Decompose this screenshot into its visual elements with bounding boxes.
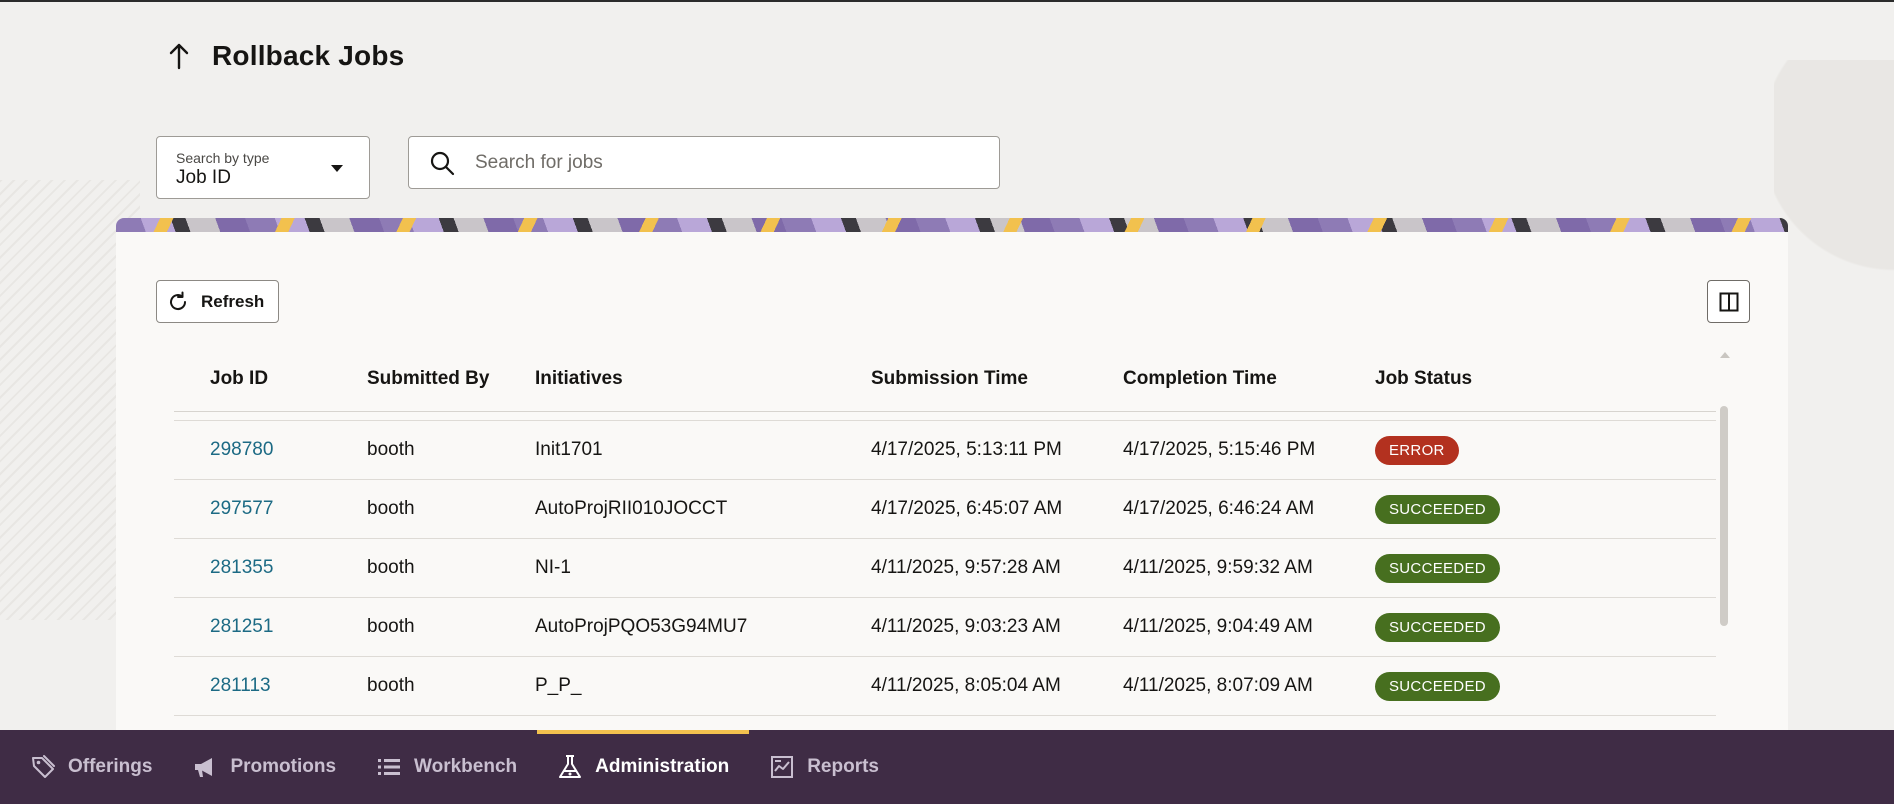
- submission-time-cell: 4/17/2025, 6:45:07 AM: [871, 498, 1063, 519]
- status-badge: ERROR: [1375, 436, 1459, 465]
- column-header-completion-time[interactable]: Completion Time: [1123, 368, 1277, 390]
- status-badge: SUCCEEDED: [1375, 495, 1500, 524]
- submission-time-cell: 4/17/2025, 5:13:11 PM: [871, 439, 1062, 460]
- search-icon: [430, 151, 455, 175]
- job-id-link[interactable]: 281113: [210, 675, 271, 697]
- search-type-label: Search by type: [176, 150, 270, 166]
- table-row[interactable]: 281355 booth NI-1 4/11/2025, 9:57:28 AM …: [174, 538, 1716, 597]
- nav-item-offerings[interactable]: Offerings: [10, 730, 172, 804]
- scroll-up-icon[interactable]: [1720, 352, 1730, 358]
- status-badge: SUCCEEDED: [1375, 554, 1500, 583]
- initiatives-cell: AutoProjPQO53G94MU7: [535, 616, 748, 637]
- list-icon: [378, 759, 401, 775]
- search-type-value: Job ID: [176, 167, 231, 188]
- search-type-select[interactable]: Search by type Job ID: [156, 136, 370, 199]
- initiatives-cell: Init1701: [535, 439, 603, 460]
- column-header-initiatives[interactable]: Initiatives: [535, 368, 623, 390]
- refresh-button-label: Refresh: [201, 291, 265, 311]
- initiatives-cell: NI-1: [535, 557, 571, 578]
- nav-item-label: Workbench: [414, 756, 518, 777]
- job-id-link[interactable]: 281355: [210, 557, 273, 579]
- megaphone-icon: [195, 758, 213, 777]
- table-row[interactable]: 297577 booth AutoProjRII010JOCCT 4/17/20…: [174, 479, 1716, 538]
- column-header-job-id[interactable]: Job ID: [210, 368, 268, 390]
- submitted-by-cell: booth: [367, 675, 415, 696]
- table-header: Job ID Submitted By Initiatives Submissi…: [174, 346, 1716, 412]
- scrollbar-thumb[interactable]: [1720, 406, 1728, 626]
- arrow-up-icon[interactable]: [166, 40, 192, 72]
- nav-item-label: Promotions: [230, 756, 337, 777]
- status-badge: SUCCEEDED: [1375, 613, 1500, 642]
- column-header-submission-time[interactable]: Submission Time: [871, 368, 1028, 390]
- table-row[interactable]: 281251 booth AutoProjPQO53G94MU7 4/11/20…: [174, 597, 1716, 656]
- nav-item-reports[interactable]: Reports: [749, 730, 899, 804]
- jobs-panel: Refresh Job ID Submitted By Initiatives …: [116, 232, 1788, 804]
- table-row[interactable]: 281113 booth P_P_ 4/11/2025, 8:05:04 AM …: [174, 656, 1716, 715]
- submission-time-cell: 4/11/2025, 9:57:28 AM: [871, 557, 1061, 578]
- column-header-submitted-by[interactable]: Submitted By: [367, 368, 489, 390]
- caret-down-icon: [331, 165, 343, 172]
- nav-item-administration[interactable]: Administration: [537, 730, 750, 804]
- nav-item-label: Administration: [595, 756, 730, 777]
- initiatives-cell: P_P_: [535, 675, 582, 696]
- completion-time-cell: 4/11/2025, 9:04:49 AM: [1123, 616, 1313, 637]
- submitted-by-cell: booth: [367, 498, 415, 519]
- job-id-link[interactable]: 297577: [210, 498, 273, 520]
- job-id-link[interactable]: 281251: [210, 616, 273, 638]
- submission-time-cell: 4/11/2025, 8:05:04 AM: [871, 675, 1061, 696]
- completion-time-cell: 4/11/2025, 8:07:09 AM: [1123, 675, 1313, 696]
- page-title: Rollback Jobs: [212, 40, 405, 71]
- decorative-banner: [116, 218, 1788, 232]
- table-row[interactable]: 298780 booth Init1701 4/17/2025, 5:13:11…: [174, 420, 1716, 479]
- search-input[interactable]: [475, 151, 975, 174]
- initiatives-cell: AutoProjRII010JOCCT: [535, 498, 728, 519]
- submitted-by-cell: booth: [367, 439, 415, 460]
- nav-item-label: Offerings: [68, 756, 153, 777]
- column-header-job-status[interactable]: Job Status: [1375, 368, 1472, 390]
- nav-item-workbench[interactable]: Workbench: [356, 730, 537, 804]
- submitted-by-cell: booth: [367, 557, 415, 578]
- nav-item-promotions[interactable]: Promotions: [172, 730, 356, 804]
- header-spacer: [174, 412, 1716, 420]
- completion-time-cell: 4/17/2025, 5:15:46 PM: [1123, 439, 1316, 460]
- background-pattern: [1774, 60, 1894, 320]
- columns-icon: [1719, 292, 1738, 311]
- column-layout-button[interactable]: [1707, 280, 1750, 323]
- bottom-navigation: Offerings Promotions Workbench Administr…: [0, 730, 1894, 804]
- completion-time-cell: 4/17/2025, 6:46:24 AM: [1123, 498, 1315, 519]
- job-id-link[interactable]: 298780: [210, 439, 273, 461]
- refresh-icon: [170, 291, 187, 310]
- page-header: Rollback Jobs: [166, 40, 404, 72]
- status-badge: SUCCEEDED: [1375, 672, 1500, 701]
- completion-time-cell: 4/11/2025, 9:59:32 AM: [1123, 557, 1313, 578]
- submission-time-cell: 4/11/2025, 9:03:23 AM: [871, 616, 1061, 637]
- flask-icon: [559, 755, 582, 778]
- report-icon: [771, 756, 794, 778]
- nav-item-label: Reports: [807, 756, 879, 777]
- tag-icon: [32, 755, 55, 778]
- submitted-by-cell: booth: [367, 616, 415, 637]
- refresh-button[interactable]: Refresh: [156, 280, 279, 323]
- window-top-border: [0, 0, 1894, 2]
- search-field[interactable]: [408, 136, 1000, 189]
